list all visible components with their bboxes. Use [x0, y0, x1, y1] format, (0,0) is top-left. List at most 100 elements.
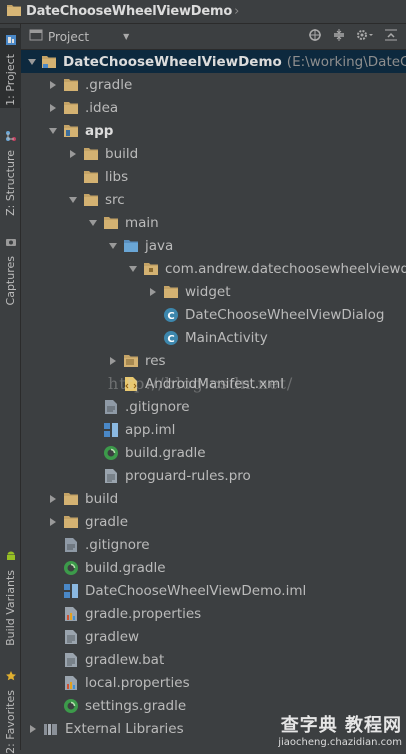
gradle-file-icon	[103, 445, 119, 461]
svg-text:C: C	[167, 334, 174, 345]
tree-item-label: main	[125, 214, 159, 231]
folder-icon	[163, 284, 179, 300]
folder-icon	[63, 491, 79, 507]
tree-row[interactable]: build.gradle	[21, 441, 406, 464]
expanded-arrow-icon[interactable]	[87, 218, 99, 228]
tree-row[interactable]: DateChooseWheelViewDemo (E:\working\DateC…	[21, 50, 406, 73]
tree-item-label: External Libraries	[65, 720, 184, 737]
tree-row[interactable]: local.properties	[21, 671, 406, 694]
expanded-arrow-icon[interactable]	[127, 264, 139, 274]
tree-row[interactable]: settings.gradle	[21, 694, 406, 717]
tree-row[interactable]: java	[21, 234, 406, 257]
tree-row[interactable]: .gitignore	[21, 533, 406, 556]
tab-captures[interactable]: Captures	[0, 230, 21, 306]
library-icon	[43, 721, 59, 737]
tree-row[interactable]: build	[21, 487, 406, 510]
tree-item-label: DateChooseWheelViewDemo	[63, 53, 282, 70]
text-file-icon	[63, 629, 79, 645]
tree-row[interactable]: .gradle	[21, 73, 406, 96]
tab-build-variants[interactable]: Build Variants	[0, 544, 21, 648]
gradle-file-icon	[63, 698, 79, 714]
tree-item-label: settings.gradle	[85, 697, 187, 714]
tree-item-label: gradle	[85, 513, 129, 530]
collapsed-arrow-icon[interactable]	[47, 494, 59, 504]
tree-item-path: (E:\working\DateChooseWheelViewDemo)	[286, 53, 406, 70]
source-folder-icon	[123, 238, 139, 254]
captures-icon	[5, 233, 17, 252]
tree-row[interactable]: src	[21, 188, 406, 211]
tree-row[interactable]: app	[21, 119, 406, 142]
collapsed-arrow-icon[interactable]	[27, 724, 39, 734]
tree-row[interactable]: res	[21, 349, 406, 372]
project-folder-icon	[41, 54, 57, 70]
tree-item-label: gradle.properties	[85, 605, 202, 622]
tree-row[interactable]: .idea	[21, 96, 406, 119]
expanded-arrow-icon[interactable]	[107, 241, 119, 251]
tree-row[interactable]: proguard-rules.pro	[21, 464, 406, 487]
scroll-from-source-icon[interactable]	[308, 27, 322, 46]
tab-structure[interactable]: Z: Structure	[0, 124, 21, 216]
tree-row[interactable]: app.iml	[21, 418, 406, 441]
tree-row[interactable]: widget	[21, 280, 406, 303]
expanded-arrow-icon[interactable]	[47, 126, 59, 136]
folder-icon	[6, 2, 22, 21]
tree-row[interactable]: .gitignore	[21, 395, 406, 418]
collapsed-arrow-icon[interactable]	[47, 517, 59, 527]
tree-item-label: proguard-rules.pro	[125, 467, 251, 484]
collapsed-arrow-icon[interactable]	[47, 103, 59, 113]
tab-structure-label: Z: Structure	[4, 150, 17, 216]
tree-row[interactable]: build.gradle	[21, 556, 406, 579]
expanded-arrow-icon[interactable]	[67, 195, 79, 205]
collapsed-arrow-icon[interactable]	[47, 80, 59, 90]
folder-icon	[83, 169, 99, 185]
android-icon	[5, 547, 17, 566]
tree-row[interactable]: gradle.properties	[21, 602, 406, 625]
tree-row[interactable]: DateChooseWheelViewDemo.iml	[21, 579, 406, 602]
gitignore-file-icon	[63, 537, 79, 553]
tree-row[interactable]: com.andrew.datechoosewheelviewdemo	[21, 257, 406, 280]
tab-build-variants-label: Build Variants	[4, 570, 17, 646]
package-icon	[143, 261, 159, 277]
tree-row[interactable]: libs	[21, 165, 406, 188]
tree-item-label: build.gradle	[85, 559, 166, 576]
tree-row[interactable]: External Libraries	[21, 717, 406, 740]
tree-item-label: build	[105, 145, 139, 162]
tree-item-label: widget	[185, 283, 231, 300]
collapsed-arrow-icon[interactable]	[147, 287, 159, 297]
iml-file-icon	[103, 422, 119, 438]
collapse-all-icon[interactable]	[332, 27, 346, 46]
view-selector[interactable]: Project ▼	[29, 29, 129, 44]
tree-row[interactable]: gradlew.bat	[21, 648, 406, 671]
folder-icon	[83, 146, 99, 162]
star-icon	[5, 667, 17, 686]
gradle-file-icon	[63, 560, 79, 576]
project-tree: DateChooseWheelViewDemo (E:\working\DateC…	[21, 50, 406, 750]
hide-icon[interactable]	[384, 27, 398, 46]
tab-project[interactable]: 1: Project	[0, 28, 21, 108]
tree-item-label: src	[105, 191, 125, 208]
collapsed-arrow-icon[interactable]	[107, 356, 119, 366]
tree-row[interactable]: AndroidManifest.xml	[21, 372, 406, 395]
tree-item-label: AndroidManifest.xml	[145, 375, 284, 392]
folder-icon	[63, 100, 79, 116]
chevron-right-icon: ›	[234, 4, 240, 19]
tree-row[interactable]: build	[21, 142, 406, 165]
tree-item-label: build.gradle	[125, 444, 206, 461]
tool-window-strip: 1: Project Z: Structure Captures Build V…	[0, 24, 21, 754]
folder-icon	[103, 215, 119, 231]
breadcrumb-project[interactable]: DateChooseWheelViewDemo	[26, 4, 232, 19]
tab-favorites[interactable]: 2: Favorites	[0, 664, 21, 754]
tree-row[interactable]: gradlew	[21, 625, 406, 648]
navigation-bar: DateChooseWheelViewDemo ›	[0, 0, 406, 24]
gear-icon[interactable]	[356, 27, 374, 46]
tree-item-label: local.properties	[85, 674, 190, 691]
expanded-arrow-icon[interactable]	[27, 57, 37, 67]
tree-row[interactable]: C MainActivity	[21, 326, 406, 349]
tree-row[interactable]: main	[21, 211, 406, 234]
tab-captures-label: Captures	[4, 256, 17, 306]
collapsed-arrow-icon[interactable]	[67, 149, 79, 159]
tree-row[interactable]: gradle	[21, 510, 406, 533]
tree-row[interactable]: C DateChooseWheelViewDialog	[21, 303, 406, 326]
iml-file-icon	[63, 583, 79, 599]
tree-item-label: gradlew	[85, 628, 140, 645]
